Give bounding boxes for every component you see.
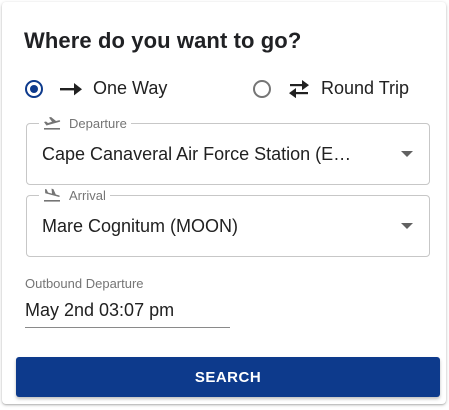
departure-label: Departure bbox=[69, 115, 127, 131]
arrival-legend: Arrival bbox=[39, 187, 110, 203]
outbound-departure-value: May 2nd 03:07 pm bbox=[25, 300, 175, 320]
round-trip-radio[interactable] bbox=[253, 79, 271, 98]
chevron-down-icon[interactable] bbox=[401, 151, 413, 157]
arrival-select[interactable]: Arrival Mare Cognitum (MOON) bbox=[26, 187, 430, 257]
outbound-departure-input[interactable]: May 2nd 03:07 pm bbox=[25, 298, 230, 328]
one-way-label: One Way bbox=[93, 78, 168, 98]
page-title: Where do you want to go? bbox=[24, 28, 302, 53]
search-button[interactable]: SEARCH bbox=[16, 357, 440, 397]
flight-land-icon bbox=[43, 188, 63, 202]
swap-horizontal-icon bbox=[287, 79, 311, 99]
outbound-departure-label: Outbound Departure bbox=[25, 276, 144, 291]
arrow-right-icon bbox=[59, 79, 83, 99]
departure-legend: Departure bbox=[39, 115, 131, 131]
round-trip-label: Round Trip bbox=[321, 78, 410, 98]
flight-takeoff-icon bbox=[43, 116, 63, 130]
trip-option-one-way[interactable]: One Way bbox=[25, 78, 167, 99]
chevron-down-icon[interactable] bbox=[401, 223, 413, 229]
trip-type-group: One Way Round Trip bbox=[2, 78, 446, 104]
arrival-value: Mare Cognitum (MOON) bbox=[42, 216, 239, 236]
departure-value: Cape Canaveral Air Force Station (E… bbox=[42, 144, 352, 164]
arrival-label: Arrival bbox=[69, 187, 106, 203]
flight-search-card: Where do you want to go? One Way Round T… bbox=[2, 2, 446, 404]
one-way-radio[interactable] bbox=[25, 79, 43, 98]
departure-select[interactable]: Departure Cape Canaveral Air Force Stati… bbox=[26, 115, 430, 185]
trip-option-round-trip[interactable]: Round Trip bbox=[253, 78, 409, 99]
